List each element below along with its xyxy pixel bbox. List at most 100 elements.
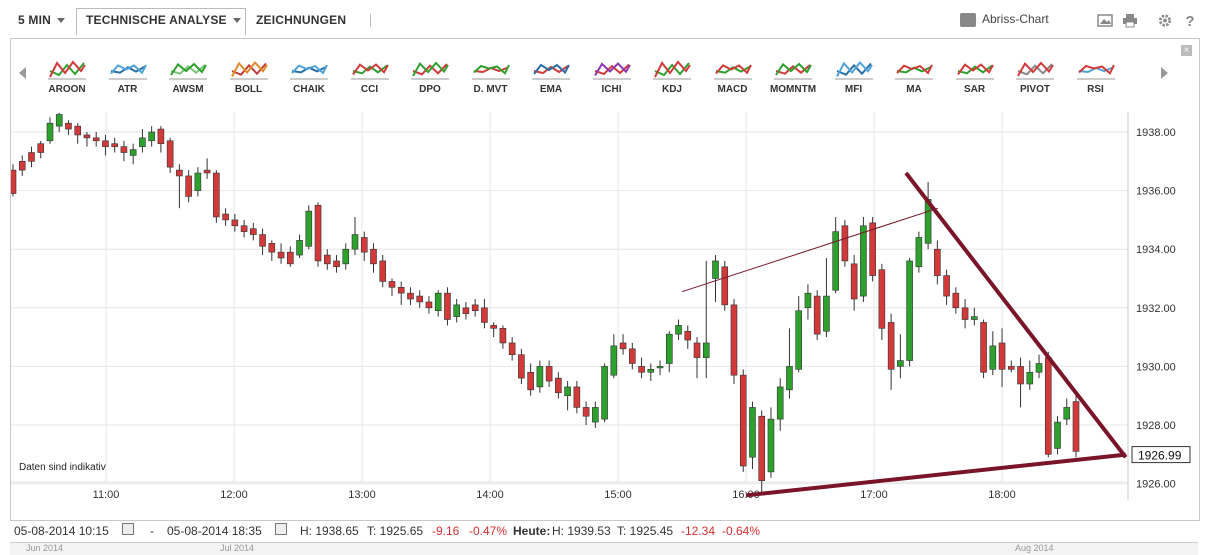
candle-body	[850, 263, 858, 300]
to-date: 05-08-2014 18:35	[167, 524, 262, 538]
image-export-icon[interactable]	[1097, 13, 1113, 28]
candle-body	[915, 237, 923, 268]
candle-body	[684, 330, 692, 341]
cci-icon	[350, 63, 389, 80]
indicator-momntm[interactable]: MOMNTM	[765, 57, 821, 95]
indicative-note: Daten sind indikativ	[19, 462, 106, 473]
trendline-ascending[interactable]	[745, 452, 1126, 498]
candle-body	[739, 374, 747, 467]
candle-body	[656, 366, 664, 369]
candle-body	[360, 237, 368, 253]
indicator-label: AWSM	[172, 84, 204, 95]
candlestick-chart[interactable]: 1938.00 1936.00 1934.00 1932.00 1930.00 1928.…	[9, 112, 1199, 520]
candle-body	[1054, 421, 1061, 449]
candle-body	[545, 366, 553, 382]
trendline-upper[interactable]	[681, 207, 939, 293]
print-icon[interactable]	[1122, 13, 1138, 28]
indicator-macd[interactable]: MACD	[705, 57, 761, 95]
candle-body	[139, 137, 146, 147]
candle-body	[185, 175, 192, 197]
candle-body	[934, 248, 941, 276]
indicator-kdj[interactable]: KDJ	[644, 57, 700, 95]
candle-body	[906, 260, 913, 361]
momntm-icon	[774, 62, 812, 80]
candle-body	[111, 143, 118, 147]
close-icon[interactable]: ×	[1181, 45, 1192, 56]
dmvt-icon	[471, 64, 510, 80]
indicator-ma[interactable]: MA	[886, 57, 942, 95]
indicator-label: KDJ	[661, 84, 682, 95]
candle-body	[9, 169, 17, 194]
indicator-ichi[interactable]: ICHI	[584, 57, 640, 95]
calendar-icon[interactable]	[122, 523, 134, 535]
navigator-strip[interactable]: Jun 2014 Jul 2014 Aug 2014	[10, 542, 1198, 555]
candle-body	[971, 316, 978, 320]
candle-body	[1017, 366, 1024, 385]
abriss-chart-label: Abriss-Chart	[982, 12, 1049, 26]
indicator-pivot[interactable]: PIVOT	[1007, 57, 1063, 95]
calendar-icon[interactable]	[275, 523, 287, 535]
candle-body	[592, 407, 599, 423]
indicator-label: CCI	[360, 84, 379, 95]
candle-body	[277, 251, 285, 259]
candle-body	[416, 295, 424, 303]
mfi-icon	[834, 60, 873, 80]
navigator-label: Jul 2014	[220, 543, 255, 553]
candle-body	[702, 342, 710, 358]
indicator-boll[interactable]: BOLL	[221, 57, 277, 95]
drawings-dropdown[interactable]: ZEICHNUNGEN	[256, 9, 346, 31]
candle-body	[573, 386, 581, 408]
pivot-icon	[1016, 61, 1054, 80]
candle-body	[287, 251, 294, 265]
candle-body	[296, 240, 303, 256]
range-change: -9.16	[432, 524, 460, 538]
navigator-label: Aug 2014	[1015, 543, 1054, 553]
candle-body	[610, 345, 618, 376]
indicator-panel: × AROON ATR AWSM BOLL CHAIK CCI DPO D. MVT EMA IC…	[10, 38, 1200, 114]
candle-body	[776, 386, 784, 420]
sar-icon	[955, 63, 994, 80]
indicator-cci[interactable]: CCI	[342, 57, 398, 95]
indicator-awsm[interactable]: AWSM	[160, 57, 216, 95]
scroll-right-icon[interactable]	[1161, 67, 1168, 79]
candle-body	[37, 143, 45, 153]
indicator-rsi[interactable]: RSI	[1068, 57, 1124, 95]
candle-body	[333, 260, 340, 268]
technical-analysis-label: TECHNISCHE ANALYSE	[86, 13, 227, 27]
chart-area[interactable]: 1938.00 1936.00 1934.00 1932.00 1930.00 1928.…	[9, 112, 1200, 521]
interval-dropdown[interactable]: 5 MIN	[18, 9, 66, 31]
range-low: T: 1925.65	[367, 524, 424, 538]
ema-icon	[532, 63, 570, 80]
scroll-left-icon[interactable]	[19, 67, 26, 79]
indicator-atr[interactable]: ATR	[100, 57, 156, 95]
indicator-label: MACD	[717, 84, 748, 95]
indicator-dpo[interactable]: DPO	[402, 57, 458, 95]
candle-body	[444, 292, 451, 320]
candle-body	[83, 134, 91, 139]
abriss-chart-button[interactable]: Abriss-Chart	[960, 12, 1049, 27]
gear-icon[interactable]	[1157, 13, 1173, 28]
candle-body	[407, 292, 414, 300]
candle-body	[342, 248, 350, 265]
indicator-chaik[interactable]: CHAIK	[281, 57, 337, 95]
candle-body	[693, 342, 701, 358]
technical-analysis-dropdown[interactable]: TECHNISCHE ANALYSE	[86, 9, 241, 31]
indicator-aroon[interactable]: AROON	[39, 57, 95, 95]
candle-body	[1007, 366, 1015, 370]
indicator-sar[interactable]: SAR	[947, 57, 1003, 95]
svg-text:?: ?	[1185, 13, 1194, 28]
candle-body	[268, 243, 276, 253]
indicator-dmvt[interactable]: D. MVT	[463, 57, 519, 95]
trendline-descending[interactable]	[904, 171, 1128, 459]
x-tick-label: 14:00	[476, 489, 504, 501]
candle-body	[795, 310, 802, 370]
candle-body	[176, 169, 183, 177]
indicator-mfi[interactable]: MFI	[826, 57, 882, 95]
navigator-label: Jun 2014	[26, 543, 64, 553]
today-low: T: 1925.45	[617, 524, 674, 538]
indicator-ema[interactable]: EMA	[523, 57, 579, 95]
candle-body	[767, 418, 775, 473]
candle-body	[213, 172, 220, 218]
indicator-label: BOLL	[234, 84, 263, 95]
help-icon[interactable]: ?	[1182, 13, 1198, 28]
